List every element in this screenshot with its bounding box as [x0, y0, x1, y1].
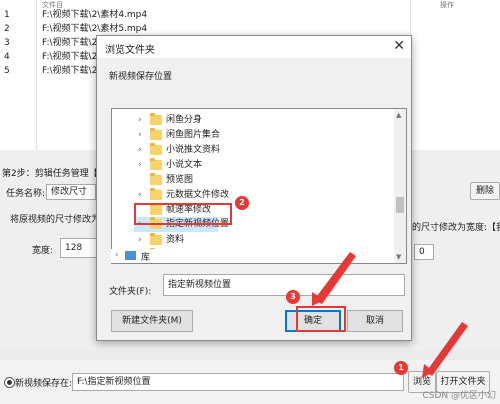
arrow-to-browse-icon — [426, 322, 468, 376]
annotation-arrows — [312, 252, 468, 378]
arrow-to-ok-icon — [314, 252, 356, 304]
